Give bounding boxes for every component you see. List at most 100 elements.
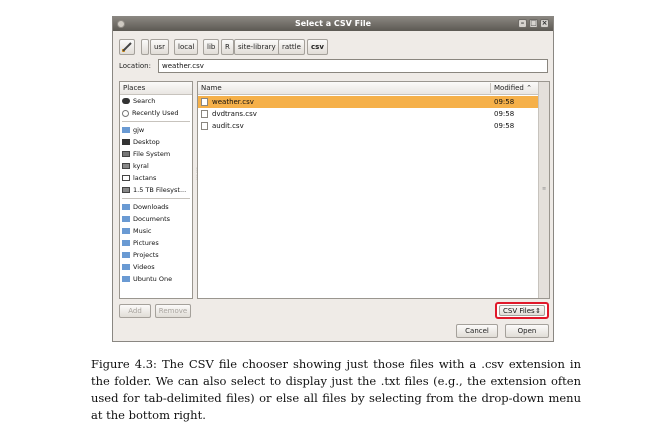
places-item-lactans[interactable]: lactans [120,172,192,184]
places-item-file-system[interactable]: File System [120,148,192,160]
open-button[interactable]: Open [505,324,549,338]
sort-ascending-icon: ⌃ [526,84,532,92]
file-list: Name Modified ⌃ weather.csv 09:58 dvdtra… [197,81,550,299]
places-item-label: Ubuntu One [133,275,173,283]
file-icon [201,122,208,130]
clock-icon [122,109,129,117]
crumb-lib[interactable]: lib [203,39,220,55]
crumb-csv[interactable]: csv [307,39,328,55]
dialog-title: Select a CSV File [294,19,372,28]
drive-icon [122,151,130,157]
maximize-icon[interactable]: □ [529,19,538,28]
places-item-pictures[interactable]: Pictures [120,237,192,249]
places-separator [122,121,190,122]
cancel-button[interactable]: Cancel [456,324,498,338]
places-item-videos[interactable]: Videos [120,261,192,273]
crumb-local[interactable]: local [174,39,199,55]
remove-bookmark-button[interactable]: Remove [155,304,191,318]
file-modified: 09:58 [494,122,515,130]
file-type-filter-highlight: CSV Files ⇕ [495,302,549,319]
file-icon [201,110,208,118]
file-name: audit.csv [212,122,244,130]
folder-icon [122,276,130,282]
title-bar[interactable]: Select a CSV File – □ × [113,17,553,31]
window-menu-icon[interactable] [117,20,125,28]
places-item-kyral[interactable]: kyral [120,160,192,172]
places-item-music[interactable]: Music [120,225,192,237]
file-row-weather[interactable]: weather.csv 09:58 [198,96,539,108]
file-list-scrollbar[interactable]: ≡ [538,82,549,298]
pencil-icon [122,42,132,52]
file-icon [201,98,208,106]
folder-icon [122,240,130,246]
file-name: weather.csv [212,98,254,106]
places-item-label: Documents [133,215,171,223]
places-item-downloads[interactable]: Downloads [120,201,192,213]
add-bookmark-label: Add [128,307,142,315]
crumb-r[interactable]: R [221,39,234,55]
places-item-label: File System [133,150,171,158]
places-item-label: Recently Used [132,109,179,117]
places-item-label: Pictures [133,239,159,247]
places-item-label: Music [133,227,152,235]
crumb-usr[interactable]: usr [150,39,169,55]
column-modified-header[interactable]: Modified ⌃ [494,82,532,94]
folder-icon [122,228,130,234]
minimize-icon[interactable]: – [518,19,527,28]
places-item-label: gjw [133,126,145,134]
file-list-header: Name Modified ⌃ [198,82,539,95]
places-item-search[interactable]: Search [120,95,192,107]
updown-arrow-icon: ⇕ [535,307,541,315]
folder-icon [122,204,130,210]
column-name-header[interactable]: Name [201,82,222,94]
places-item-label: Downloads [133,203,169,211]
remove-bookmark-label: Remove [158,307,188,315]
location-input[interactable]: weather.csv [158,59,548,73]
location-label: Location: [119,62,151,70]
crumb-scroll-left-button[interactable] [141,39,149,55]
places-header: Places [120,82,192,95]
file-chooser-dialog: Select a CSV File – □ × usr local lib R … [112,16,554,342]
column-divider[interactable] [490,83,491,93]
file-modified: 09:58 [494,98,515,106]
folder-icon [122,216,130,222]
edit-location-button[interactable] [119,39,135,55]
places-item-label: Videos [133,263,155,271]
scrollbar-grip: ≡ [542,186,547,192]
file-row-audit[interactable]: audit.csv 09:58 [198,120,539,132]
desktop-icon [122,139,130,145]
column-modified-label: Modified [494,84,524,92]
drive-icon [122,175,130,181]
cancel-label: Cancel [465,327,489,335]
add-bookmark-button[interactable]: Add [119,304,151,318]
close-icon[interactable]: × [540,19,549,28]
places-item-label: Search [133,97,156,105]
places-item-filesystem-1-5tb[interactable]: 1.5 TB Filesyst... [120,184,192,196]
file-modified: 09:58 [494,110,515,118]
places-item-documents[interactable]: Documents [120,213,192,225]
drive-icon [122,163,130,169]
places-panel: Places Search Recently Used gjw Desktop … [119,81,193,299]
drive-icon [122,187,130,193]
places-item-desktop[interactable]: Desktop [120,136,192,148]
folder-home-icon [122,127,130,133]
folder-icon [122,252,130,258]
places-item-label: kyral [133,162,149,170]
crumb-site-library[interactable]: site-library [234,39,280,55]
folder-icon [122,264,130,270]
places-item-projects[interactable]: Projects [120,249,192,261]
places-item-label: 1.5 TB Filesyst... [133,186,187,194]
binoculars-icon [122,98,130,104]
places-separator [122,198,190,199]
places-item-recently-used[interactable]: Recently Used [120,107,192,119]
file-type-filter-select[interactable]: CSV Files ⇕ [499,305,545,316]
file-name: dvdtrans.csv [212,110,257,118]
places-item-label: Desktop [133,138,160,146]
places-item-ubuntu-one[interactable]: Ubuntu One [120,273,192,285]
places-item-gjw[interactable]: gjw [120,124,192,136]
file-row-dvdtrans[interactable]: dvdtrans.csv 09:58 [198,108,539,120]
places-item-label: Projects [133,251,159,259]
figure-caption: Figure 4.3: The CSV file chooser showing… [91,357,581,422]
file-type-filter-value: CSV Files [503,307,535,315]
crumb-rattle[interactable]: rattle [278,39,305,55]
